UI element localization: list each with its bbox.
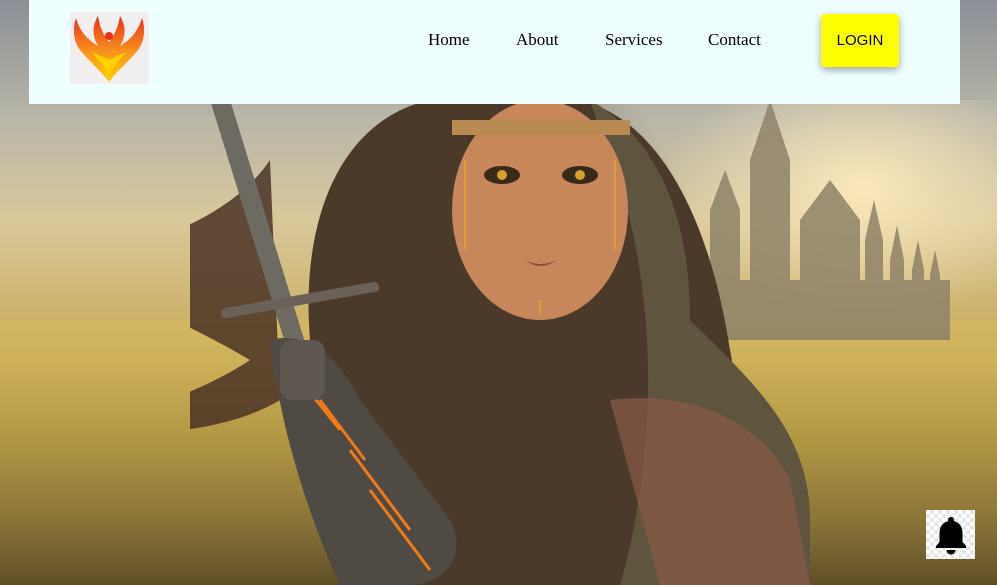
nav-link-contact[interactable]: Contact (708, 30, 761, 50)
top-navbar: Home About Services Contact LOGIN (29, 0, 960, 104)
nav-link-about[interactable]: About (516, 30, 559, 50)
nav-link-services[interactable]: Services (605, 30, 663, 50)
login-button[interactable]: LOGIN (821, 14, 899, 67)
bell-icon (935, 516, 966, 554)
nav-link-home[interactable]: Home (428, 30, 470, 50)
notification-button[interactable] (926, 510, 975, 559)
phoenix-logo-icon[interactable] (70, 12, 149, 84)
warrior-illustration (190, 100, 810, 585)
